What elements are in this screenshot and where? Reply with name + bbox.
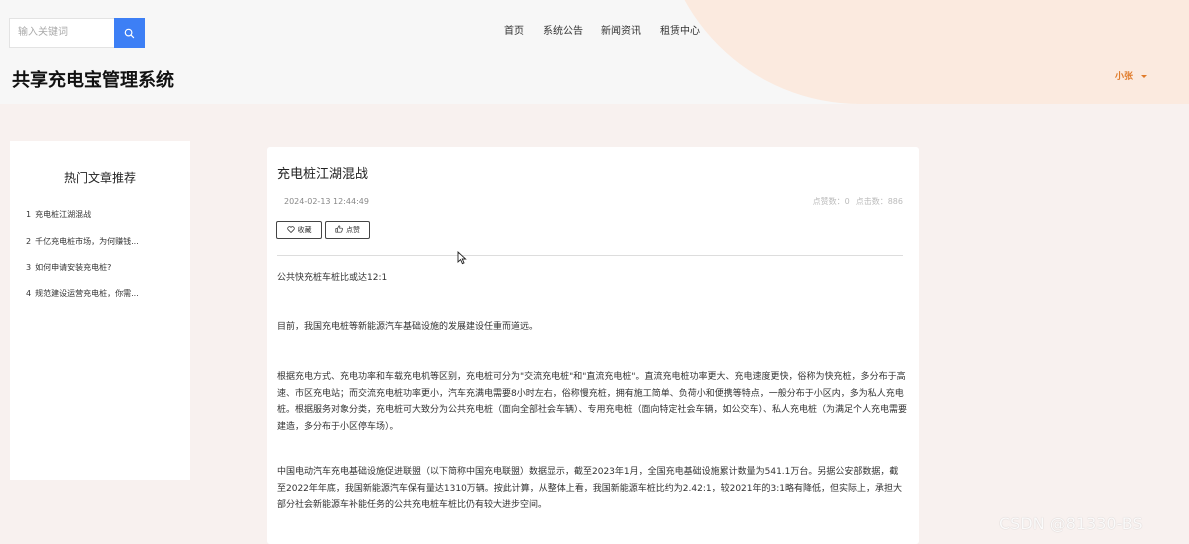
header xyxy=(0,0,1189,104)
article-title: 充电桩江湖混战 xyxy=(277,167,369,182)
like-label: 点赞 xyxy=(346,226,360,234)
nav-home[interactable]: 首页 xyxy=(504,22,524,37)
nav-announcements[interactable]: 系统公告 xyxy=(543,22,583,37)
item-label: 千亿充电桩市场，为何赚钱... xyxy=(35,237,139,246)
item-index: 4 xyxy=(26,289,32,298)
item-label: 充电桩江湖混战 xyxy=(35,210,92,219)
article-date: 2024-02-13 12:44:49 xyxy=(284,197,369,206)
like-count: 点赞数：0 xyxy=(812,197,850,206)
article-stats: 点赞数：0 点击数：886 xyxy=(807,196,903,207)
item-label: 规范建设运营充电桩，你需... xyxy=(35,289,139,298)
item-index: 1 xyxy=(26,210,32,219)
nav-rental-center[interactable]: 租赁中心 xyxy=(660,22,700,37)
article-paragraph: 公共快充桩车桩比或达12:1 xyxy=(277,273,388,283)
thumbs-up-icon xyxy=(335,225,343,235)
article-paragraph: 目前，我国充电桩等新能源汽车基础设施的发展建设任重而道远。 xyxy=(277,322,539,332)
header-decoration xyxy=(660,0,1189,104)
watermark: CSDN @81330-BS xyxy=(999,514,1143,533)
divider xyxy=(277,255,903,256)
article-card: 充电桩江湖混战 2024-02-13 12:44:49 点赞数：0 点击数：886… xyxy=(267,147,919,544)
nav-news[interactable]: 新闻资讯 xyxy=(601,22,641,37)
chevron-down-icon xyxy=(1141,75,1148,78)
username: 小张 xyxy=(1115,72,1134,82)
click-count: 点击数：886 xyxy=(855,197,903,206)
top-nav: 首页 系统公告 新闻资讯 租赁中心 xyxy=(0,22,1189,38)
hot-article-item[interactable]: 2 千亿充电桩市场，为何赚钱... xyxy=(26,236,176,247)
item-label: 如何申请安装充电桩? xyxy=(35,263,112,272)
hot-article-item[interactable]: 1 充电桩江湖混战 xyxy=(26,209,176,220)
site-title: 共享充电宝管理系统 xyxy=(12,70,174,91)
item-index: 3 xyxy=(26,263,32,272)
collect-button[interactable]: 收藏 xyxy=(276,221,322,239)
hot-articles-sidebar: 热门文章推荐 1 充电桩江湖混战 2 千亿充电桩市场，为何赚钱... 3 如何申请安装… xyxy=(10,141,190,480)
hot-article-item[interactable]: 3 如何申请安装充电桩? xyxy=(26,262,176,273)
sidebar-title: 热门文章推荐 xyxy=(63,171,136,185)
heart-icon xyxy=(286,225,295,235)
user-menu[interactable]: 小张 xyxy=(1115,69,1148,82)
mouse-cursor-icon xyxy=(457,250,467,269)
article-paragraph: 根据充电方式、充电功率和车载充电机等区别，充电桩可分为"交流充电桩"和"直流充电… xyxy=(277,372,908,432)
item-index: 2 xyxy=(26,237,32,246)
hot-article-item[interactable]: 4 规范建设运营充电桩，你需... xyxy=(26,288,176,299)
collect-label: 收藏 xyxy=(297,226,312,234)
like-button[interactable]: 点赞 xyxy=(325,221,370,239)
article-paragraph: 中国电动汽车充电基础设施促进联盟（以下简称中国充电联盟）数据显示，截至2023年… xyxy=(277,467,902,510)
